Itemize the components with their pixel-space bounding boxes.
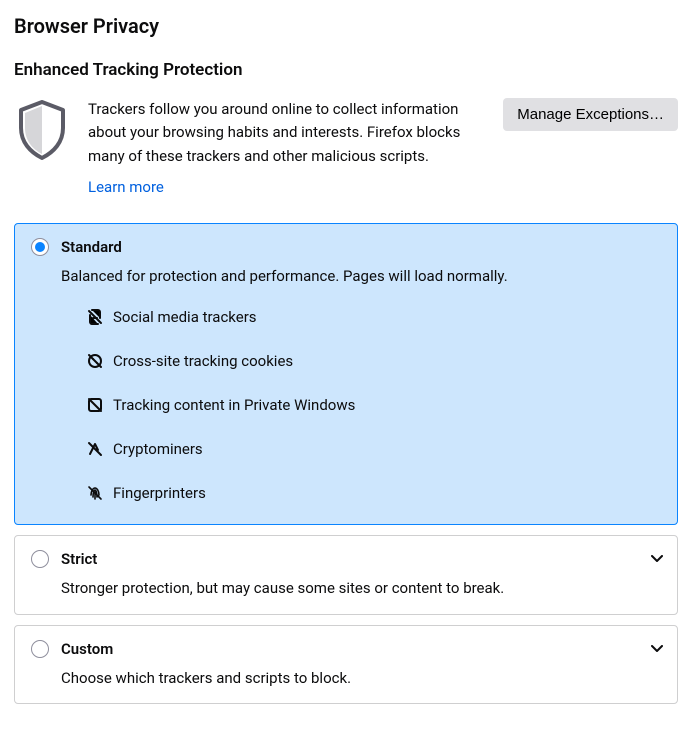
option-standard-desc: Balanced for protection and performance.… [61, 266, 661, 288]
option-strict-name: Strict [61, 550, 97, 568]
tracker-item: Cryptominers [87, 440, 661, 458]
option-custom[interactable]: Custom Choose which trackers and scripts… [14, 625, 678, 705]
learn-more-link[interactable]: Learn more [88, 178, 164, 196]
intro-text: Trackers follow you around online to col… [88, 98, 485, 199]
fingerprinter-icon [87, 485, 103, 501]
intro-paragraph: Trackers follow you around online to col… [88, 98, 485, 168]
shield-icon [14, 98, 70, 160]
option-standard-name: Standard [61, 238, 122, 256]
radio-strict[interactable] [31, 550, 49, 568]
radio-standard[interactable] [31, 238, 49, 256]
tracker-item: Social media trackers [87, 308, 661, 326]
tracker-label: Fingerprinters [113, 484, 206, 502]
section-title-etp: Enhanced Tracking Protection [14, 60, 678, 80]
manage-exceptions-button[interactable]: Manage Exceptions… [503, 98, 678, 131]
option-custom-name: Custom [61, 640, 113, 658]
chevron-down-icon [651, 552, 663, 566]
intro-row: Trackers follow you around online to col… [14, 98, 678, 199]
tracker-label: Social media trackers [113, 308, 257, 326]
option-strict-desc: Stronger protection, but may cause some … [61, 578, 661, 600]
tracker-item: Fingerprinters [87, 484, 661, 502]
option-custom-header[interactable]: Custom [31, 640, 661, 658]
radio-custom[interactable] [31, 640, 49, 658]
option-strict-header[interactable]: Strict [31, 550, 661, 568]
chevron-down-icon [651, 642, 663, 656]
tracking-content-icon [87, 397, 103, 413]
option-strict[interactable]: Strict Stronger protection, but may caus… [14, 535, 678, 615]
social-tracker-icon [87, 309, 103, 325]
option-standard[interactable]: Standard Balanced for protection and per… [14, 223, 678, 525]
page-title: Browser Privacy [14, 14, 678, 38]
tracker-label: Cryptominers [113, 440, 203, 458]
tracker-item: Tracking content in Private Windows [87, 396, 661, 414]
tracker-list: Social media trackers Cross-site trackin… [87, 308, 661, 502]
tracker-label: Tracking content in Private Windows [113, 396, 355, 414]
tracker-label: Cross-site tracking cookies [113, 352, 293, 370]
option-custom-desc: Choose which trackers and scripts to blo… [61, 668, 661, 690]
option-standard-header[interactable]: Standard [31, 238, 661, 256]
cookie-blocked-icon [87, 353, 103, 369]
cryptominer-icon [87, 441, 103, 457]
tracker-item: Cross-site tracking cookies [87, 352, 661, 370]
